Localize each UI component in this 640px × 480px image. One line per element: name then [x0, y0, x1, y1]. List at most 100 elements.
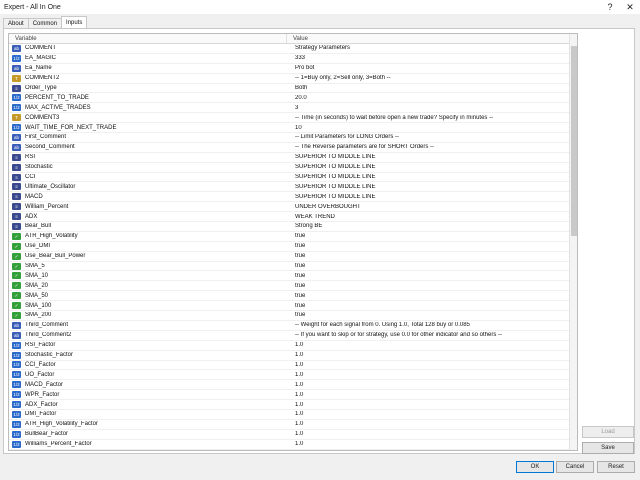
value-cell[interactable]: 333 [287, 55, 577, 61]
value-cell[interactable]: 3 [287, 105, 577, 111]
value-cell[interactable]: -- The Reverse parameters are for SHORT … [287, 144, 577, 150]
value-cell[interactable]: Strong BE [287, 223, 577, 229]
table-row[interactable]: 1/2 WPR_Factor 1.0 [9, 390, 577, 401]
value-cell[interactable]: 1.0 [287, 411, 577, 417]
table-row[interactable]: ✓ SMA_200 true [9, 311, 577, 321]
table-row[interactable]: ≡ MACD SUPERIOR TO MIDDLE LINE [9, 192, 577, 203]
column-header-value[interactable]: Value [287, 34, 308, 43]
table-row[interactable]: ab Third_Comment -- Weight for each signal… [9, 321, 577, 331]
reset-button[interactable]: Reset [597, 461, 635, 473]
value-cell[interactable]: true [287, 243, 577, 249]
table-row[interactable]: ✓ SMA_100 true [9, 301, 577, 312]
table-row[interactable]: ≡ ADX WEAK TREND [9, 212, 577, 223]
value-cell[interactable]: SUPERIOR TO MIDDLE LINE [287, 194, 577, 200]
table-row[interactable]: 1/2 BullBear_Factor 1.0 [9, 430, 577, 440]
table-row[interactable]: 1/2 ATR_High_Volatility_Factor 1.0 [9, 420, 577, 430]
value-cell[interactable]: SUPERIOR TO MIDDLE LINE [287, 164, 577, 170]
value-cell[interactable]: true [287, 263, 577, 269]
value-cell[interactable]: SUPERIOR TO MIDDLE LINE [287, 154, 577, 160]
value-cell[interactable]: WEAK TREND [287, 214, 577, 220]
table-row[interactable]: 1/2 MAX_ACTIVE_TRADES 3 [9, 103, 577, 114]
tab-inputs[interactable]: Inputs [61, 16, 88, 28]
table-row[interactable]: 1/2 PERCENT_TO_TRADE 20.0 [9, 93, 577, 104]
variable-name: WPR_Factor [25, 391, 60, 398]
table-row[interactable]: ab Ea_Name Pro bot [9, 64, 577, 74]
variable-cell: 1/2 BullBear_Factor [9, 430, 287, 438]
value-cell[interactable]: SUPERIOR TO MIDDLE LINE [287, 184, 577, 190]
table-row[interactable]: T COMMENT2 -- 1=Buy only, 2=Sell only, 3=B… [9, 74, 577, 84]
value-cell[interactable]: -- Limit Parameters for LONG Orders -- [287, 134, 577, 140]
table-row[interactable]: 1/2 RSI_Factor 1.0 [9, 341, 577, 351]
table-row[interactable]: ≡ William_Percent UNDER OVERBOUGHT [9, 202, 577, 213]
table-row[interactable]: 1/2 UO_Factor 1.0 [9, 370, 577, 381]
value-cell[interactable]: Strategy Parameters [287, 45, 577, 51]
value-cell[interactable]: 10 [287, 125, 577, 131]
table-row[interactable]: ab Second_Comment -- The Reverse parameter… [9, 143, 577, 153]
value-cell[interactable]: Both [287, 85, 577, 91]
table-row[interactable]: ≡ Bear_Bull Strong BE [9, 222, 577, 232]
tab-about[interactable]: About [3, 18, 29, 28]
value-cell[interactable]: 1.0 [287, 352, 577, 358]
value-cell[interactable]: true [287, 312, 577, 318]
table-row[interactable]: ✓ SMA_10 true [9, 271, 577, 282]
value-cell[interactable]: true [287, 283, 577, 289]
table-row[interactable]: ✓ SMA_5 true [9, 262, 577, 272]
table-row[interactable]: ≡ Stochastic SUPERIOR TO MIDDLE LINE [9, 163, 577, 173]
table-row[interactable]: 1/2 EA_MAGIC 333 [9, 54, 577, 64]
table-row[interactable]: ≡ Order_Type Both [9, 84, 577, 94]
value-cell[interactable]: 1.0 [287, 421, 577, 427]
vertical-scrollbar[interactable] [569, 34, 577, 450]
table-row[interactable]: ✓ SMA_20 true [9, 281, 577, 292]
value-cell[interactable]: -- If you want to skip or for strategy, … [287, 332, 577, 338]
value-cell[interactable]: 1.0 [287, 342, 577, 348]
variable-cell: ab Third_Comment [9, 321, 287, 329]
table-row[interactable]: ✓ Use_Bear_Bull_Power true [9, 252, 577, 262]
value-cell[interactable]: true [287, 253, 577, 259]
table-row[interactable]: ab First_Comment -- Limit Parameters for L… [9, 133, 577, 143]
table-row[interactable]: ✓ ATR_High_Volatility true [9, 232, 577, 242]
value-cell[interactable]: SUPERIOR TO MIDDLE LINE [287, 174, 577, 180]
table-row[interactable]: 1/2 ADX_Factor 1.0 [9, 400, 577, 410]
value-cell[interactable]: 20.0 [287, 95, 577, 101]
table-row[interactable]: ≡ CCI SUPERIOR TO MIDDLE LINE [9, 173, 577, 183]
scrollbar-thumb[interactable] [571, 46, 577, 236]
table-row[interactable]: 1/2 WAIT_TIME_FOR_NEXT_TRADE 10 [9, 123, 577, 134]
value-cell[interactable]: 1.0 [287, 441, 577, 447]
value-cell[interactable]: UNDER OVERBOUGHT [287, 204, 577, 210]
table-row[interactable]: ✓ Use_DMI true [9, 242, 577, 252]
table-row[interactable]: T COMMENT3 -- Time (in seconds) to wait be… [9, 113, 577, 124]
table-row[interactable]: 1/2 Stochastic_Factor 1.0 [9, 351, 577, 361]
help-icon[interactable]: ? [600, 0, 620, 14]
table-row[interactable]: ab Third_Comment2 -- If you want to skip o… [9, 331, 577, 341]
table-row[interactable]: ✓ SMA_50 true [9, 291, 577, 302]
value-cell[interactable]: Pro bot [287, 65, 577, 71]
value-cell[interactable]: true [287, 293, 577, 299]
value-cell[interactable]: true [287, 303, 577, 309]
column-header-variable[interactable]: Variable [9, 34, 287, 43]
close-icon[interactable]: ✕ [620, 0, 640, 14]
value-cell[interactable]: true [287, 233, 577, 239]
save-button[interactable]: Save [582, 442, 634, 454]
value-cell[interactable]: true [287, 273, 577, 279]
value-cell[interactable]: 1.0 [287, 382, 577, 388]
table-row[interactable]: 1/2 MACD_Factor 1.0 [9, 380, 577, 391]
table-row[interactable]: 1/2 CCI_Factor 1.0 [9, 361, 577, 371]
table-row[interactable]: ≡ Ultimate_Oscillator SUPERIOR TO MIDDLE L… [9, 182, 577, 193]
value-cell[interactable]: -- Time (in seconds) to wait before open… [287, 115, 577, 121]
value-cell[interactable]: 1.0 [287, 402, 577, 408]
value-cell[interactable]: 1.0 [287, 372, 577, 378]
value-cell[interactable]: -- 1=Buy only, 2=Sell only, 3=Both -- [287, 75, 577, 81]
value-cell[interactable]: 1.0 [287, 362, 577, 368]
table-row[interactable]: 1/2 DMI_Factor 1.0 [9, 410, 577, 420]
cancel-button[interactable]: Cancel [556, 461, 594, 473]
table-row[interactable]: ≡ RSI SUPERIOR TO MIDDLE LINE [9, 153, 577, 163]
value-cell[interactable]: -- Weight for each signal from 0. Using … [287, 322, 577, 328]
ok-button[interactable]: OK [516, 461, 554, 473]
table-row[interactable]: ab COMMENT Strategy Parameters [9, 44, 577, 54]
value-cell[interactable]: 1.0 [287, 392, 577, 398]
load-button[interactable]: Load [582, 426, 634, 438]
table-row[interactable]: 1/2 Williams_Percent_Factor 1.0 [9, 440, 577, 450]
boolean-type-icon: ✓ [12, 262, 21, 270]
value-cell[interactable]: 1.0 [287, 431, 577, 437]
tab-common[interactable]: Common [27, 18, 63, 28]
